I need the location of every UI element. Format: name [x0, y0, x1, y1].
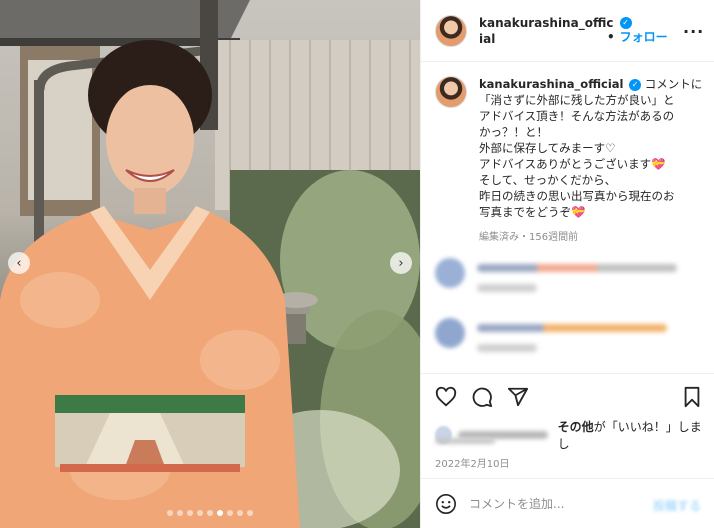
caption-line: 昨日の続きの思い出写真から現在のお [479, 189, 675, 203]
more-options-icon[interactable]: ··· [683, 22, 704, 41]
caption-text: kanakurashina_official ✓ コメントに 「消さずに外部に残… [479, 76, 703, 220]
comment-item [435, 318, 709, 364]
caption-line: 「消さずに外部に残した方が良い」と [479, 93, 675, 107]
comment-input[interactable] [469, 496, 649, 511]
caption-line: 写真までをどうぞ💝 [479, 205, 586, 219]
post-header: kanakurashina_offic ✓ ial • フォロー ··· [421, 0, 714, 62]
likes-summary[interactable]: その他が「いいね！」しまし [435, 418, 709, 452]
caption-line: アドバイスありがとうございます💝 [479, 157, 666, 171]
caption-line: 外部に保存してみまーす♡ [479, 141, 616, 155]
comment-avatar[interactable] [435, 318, 465, 348]
carousel-dot [247, 510, 253, 516]
carousel-indicator [0, 510, 420, 516]
photo-scene [0, 0, 420, 528]
comment-body [477, 324, 667, 364]
carousel-dot [197, 510, 203, 516]
post-caption: kanakurashina_official ✓ コメントに 「消さずに外部に残… [435, 76, 709, 220]
carousel-prev-button[interactable]: ‹ [8, 252, 30, 274]
blurred-comment-text [477, 264, 677, 272]
blurred-likes-continued [435, 438, 495, 444]
carousel-dot [227, 510, 233, 516]
caption-username[interactable]: kanakurashina_official [479, 77, 623, 91]
caption-line: かっ？！と！ [479, 125, 548, 139]
username-line2: ial [479, 31, 496, 46]
verified-badge-icon: ✓ [629, 78, 642, 91]
post-photo[interactable]: ‹ › [0, 0, 420, 528]
caption-line: コメントに [644, 77, 703, 91]
dot-separator: • [607, 30, 615, 44]
send-icon[interactable] [507, 386, 529, 408]
comment-avatar[interactable] [435, 258, 465, 288]
carousel-dot [177, 510, 183, 516]
comment-item [435, 258, 709, 304]
chevron-left-icon: ‹ [16, 255, 22, 271]
carousel-dot [167, 510, 173, 516]
post-comment-button[interactable]: 投稿する [653, 497, 701, 514]
blurred-comment-text [477, 324, 667, 332]
comment-body [477, 264, 677, 304]
carousel-dot [207, 510, 213, 516]
likes-text: その他が「いいね！」しまし [558, 418, 709, 452]
carousel-next-button[interactable]: › [390, 252, 412, 274]
action-bar [421, 373, 714, 417]
post-sidebar: kanakurashina_offic ✓ ial • フォロー ··· kana… [420, 0, 714, 528]
comment-icon[interactable] [471, 386, 493, 408]
carousel-dot [187, 510, 193, 516]
username-line1: kanakurashina_offic [479, 15, 614, 30]
caption-avatar[interactable] [435, 76, 467, 108]
blurred-comment-meta [477, 344, 537, 352]
follow-label: フォロー [619, 30, 668, 44]
caption-line: そして、せっかくだから、 [479, 173, 617, 187]
caption-meta: 編集済み・156週間前 [479, 232, 579, 243]
likes-others[interactable]: その他 [558, 420, 594, 434]
carousel-dot [217, 510, 223, 516]
carousel-dot [237, 510, 243, 516]
caption-line: アドバイス頂き！そんな方法があるの [479, 109, 675, 123]
post-date: 2022年2月10日 [435, 459, 510, 470]
smiley-icon[interactable] [435, 493, 457, 515]
blurred-comment-meta [477, 284, 537, 292]
chevron-right-icon: › [398, 255, 404, 271]
comment-composer: 投稿する [421, 478, 714, 528]
follow-button[interactable]: • フォロー [607, 28, 668, 45]
avatar[interactable] [435, 14, 467, 47]
heart-icon[interactable] [435, 386, 457, 408]
bookmark-icon[interactable] [681, 386, 703, 408]
